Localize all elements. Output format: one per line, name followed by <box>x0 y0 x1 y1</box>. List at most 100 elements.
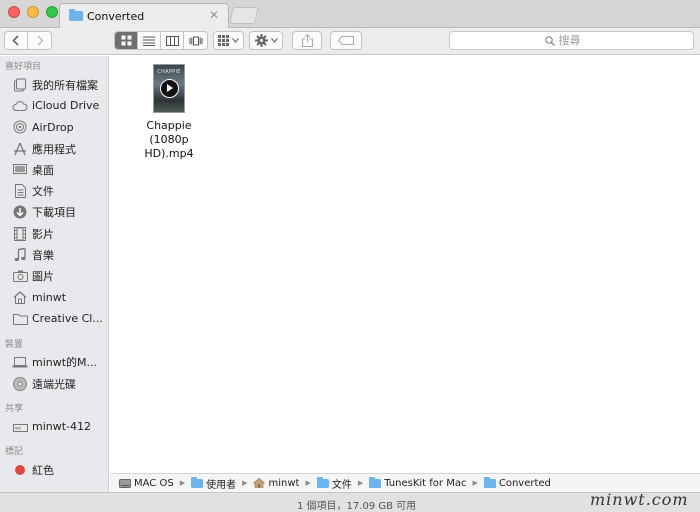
nas-icon <box>12 419 28 435</box>
drive-icon <box>119 478 131 488</box>
sidebar-item-label: 音樂 <box>32 249 54 263</box>
music-icon <box>12 247 28 263</box>
folder-icon <box>12 311 28 327</box>
folder-icon <box>483 476 496 488</box>
icon-view-button[interactable] <box>115 32 138 49</box>
disc-icon <box>12 376 28 392</box>
devices-section-title: 裝置 <box>5 339 24 350</box>
sidebar-item-nas[interactable]: minwt-412 <box>0 416 108 437</box>
column-view-button[interactable] <box>161 32 184 49</box>
sidebar-item-downloads[interactable]: 下載項目 <box>0 202 108 223</box>
downloads-icon <box>12 204 28 220</box>
path-item-tuneskit[interactable]: TunesKit for Mac <box>369 476 467 489</box>
folder-icon <box>316 476 329 488</box>
folder-icon <box>369 476 382 488</box>
tags-section-title: 標記 <box>5 447 24 458</box>
icon-view-icon <box>121 35 131 46</box>
new-tab-button[interactable] <box>229 7 259 24</box>
chevron-down-icon <box>232 38 239 43</box>
tab-close-icon[interactable]: ✕ <box>209 8 219 22</box>
search-field[interactable] <box>449 31 694 50</box>
sidebar-item-icloud-drive[interactable]: iCloud Drive <box>0 95 108 116</box>
file-name: Chappie (1080p HD).mp4 <box>126 119 212 161</box>
sidebar-item-remote-disc[interactable]: 遠端光碟 <box>0 373 108 394</box>
sidebar-item-all-my-files[interactable]: 我的所有檔案 <box>0 74 108 95</box>
sidebar-item-tag-red[interactable]: 紅色 <box>0 459 108 480</box>
action-button[interactable] <box>249 31 283 50</box>
search-icon <box>544 35 555 46</box>
play-icon <box>160 79 179 98</box>
back-button[interactable] <box>5 32 28 49</box>
tab-title: Converted <box>87 9 145 23</box>
view-mode-control <box>114 31 208 50</box>
toolbar <box>0 28 700 55</box>
zoom-window-button[interactable] <box>46 6 58 18</box>
cloud-icon <box>12 98 28 114</box>
sidebar-item-label: Creative Cl... <box>32 312 103 326</box>
sidebar-item-label: minwt <box>32 291 67 305</box>
sidebar-item-applications[interactable]: 應用程式 <box>0 138 108 159</box>
sidebar-item-movies[interactable]: 影片 <box>0 223 108 244</box>
column-view-icon <box>165 35 179 46</box>
home-icon <box>12 290 28 306</box>
desktop-icon <box>12 162 28 178</box>
sidebar-item-macbook[interactable]: minwt的M... <box>0 352 108 373</box>
file-item[interactable]: CHAPPIE Chappie (1080p HD).mp4 <box>126 64 212 161</box>
cover-flow-view-button[interactable] <box>184 32 207 49</box>
forward-button[interactable] <box>28 32 51 49</box>
tags-button[interactable] <box>330 31 362 50</box>
path-item-converted[interactable]: Converted <box>483 476 551 489</box>
minimize-window-button[interactable] <box>27 6 39 18</box>
sidebar-item-documents[interactable]: 文件 <box>0 180 108 201</box>
path-item-minwt[interactable]: minwt <box>253 478 299 489</box>
sidebar-item-music[interactable]: 音樂 <box>0 244 108 265</box>
movies-icon <box>12 226 28 242</box>
sidebar-item-home[interactable]: minwt <box>0 287 108 308</box>
sidebar-item-pictures[interactable]: 圖片 <box>0 266 108 287</box>
sidebar-item-label: minwt-412 <box>32 420 92 434</box>
path-separator-icon: ▶ <box>472 479 478 487</box>
window-controls <box>8 6 58 18</box>
sidebar-item-label: 桌面 <box>32 163 54 177</box>
close-window-button[interactable] <box>8 6 20 18</box>
path-separator-icon: ▶ <box>305 479 311 487</box>
path-item-documents[interactable]: 文件 <box>316 476 352 491</box>
sidebar-item-airdrop[interactable]: AirDrop <box>0 117 108 138</box>
cover-flow-icon <box>189 36 202 45</box>
tab-converted[interactable]: Converted ✕ <box>59 3 229 28</box>
folder-icon <box>69 9 83 21</box>
path-item-users[interactable]: 使用者 <box>191 476 236 491</box>
sidebar-item-creative-cloud[interactable]: Creative Cl... <box>0 308 108 329</box>
list-view-icon <box>143 36 155 46</box>
sidebar-item-label: minwt的M... <box>32 356 98 370</box>
shared-section-title: 共享 <box>5 404 24 415</box>
applications-icon <box>12 141 28 157</box>
path-item-mac-os[interactable]: MAC OS <box>119 478 174 489</box>
path-item-label: MAC OS <box>134 477 174 489</box>
sidebar-item-label: 紅色 <box>32 464 54 478</box>
gear-icon <box>254 34 268 47</box>
share-button[interactable] <box>292 31 322 50</box>
file-browser-content: CHAPPIE Chappie (1080p HD).mp4 <box>110 56 700 473</box>
sidebar-item-label: 文件 <box>32 185 54 199</box>
sidebar-item-label: 遠端光碟 <box>32 377 76 391</box>
sidebar-item-label: iCloud Drive <box>32 99 100 113</box>
search-input[interactable] <box>558 34 599 47</box>
status-text: 1 個項目，17.09 GB 可用 <box>297 501 417 512</box>
path-item-label: minwt <box>268 477 300 489</box>
sidebar-item-desktop[interactable]: 桌面 <box>0 159 108 180</box>
sidebar-item-label: 應用程式 <box>32 142 76 156</box>
camera-icon <box>12 268 28 284</box>
title-bar: Converted ✕ <box>0 0 700 28</box>
path-separator-icon: ▶ <box>179 479 186 487</box>
sidebar-item-label: AirDrop <box>32 120 74 134</box>
airdrop-icon <box>12 119 28 135</box>
path-item-label: 使用者 <box>206 479 237 491</box>
path-item-label: TunesKit for Mac <box>384 477 467 489</box>
sidebar-item-label: 圖片 <box>32 270 54 284</box>
list-view-button[interactable] <box>138 32 161 49</box>
back-forward-control <box>4 31 52 50</box>
chevron-left-icon <box>12 35 19 46</box>
thumbnail-title: CHAPPIE <box>157 69 181 75</box>
arrange-button[interactable] <box>213 31 244 50</box>
